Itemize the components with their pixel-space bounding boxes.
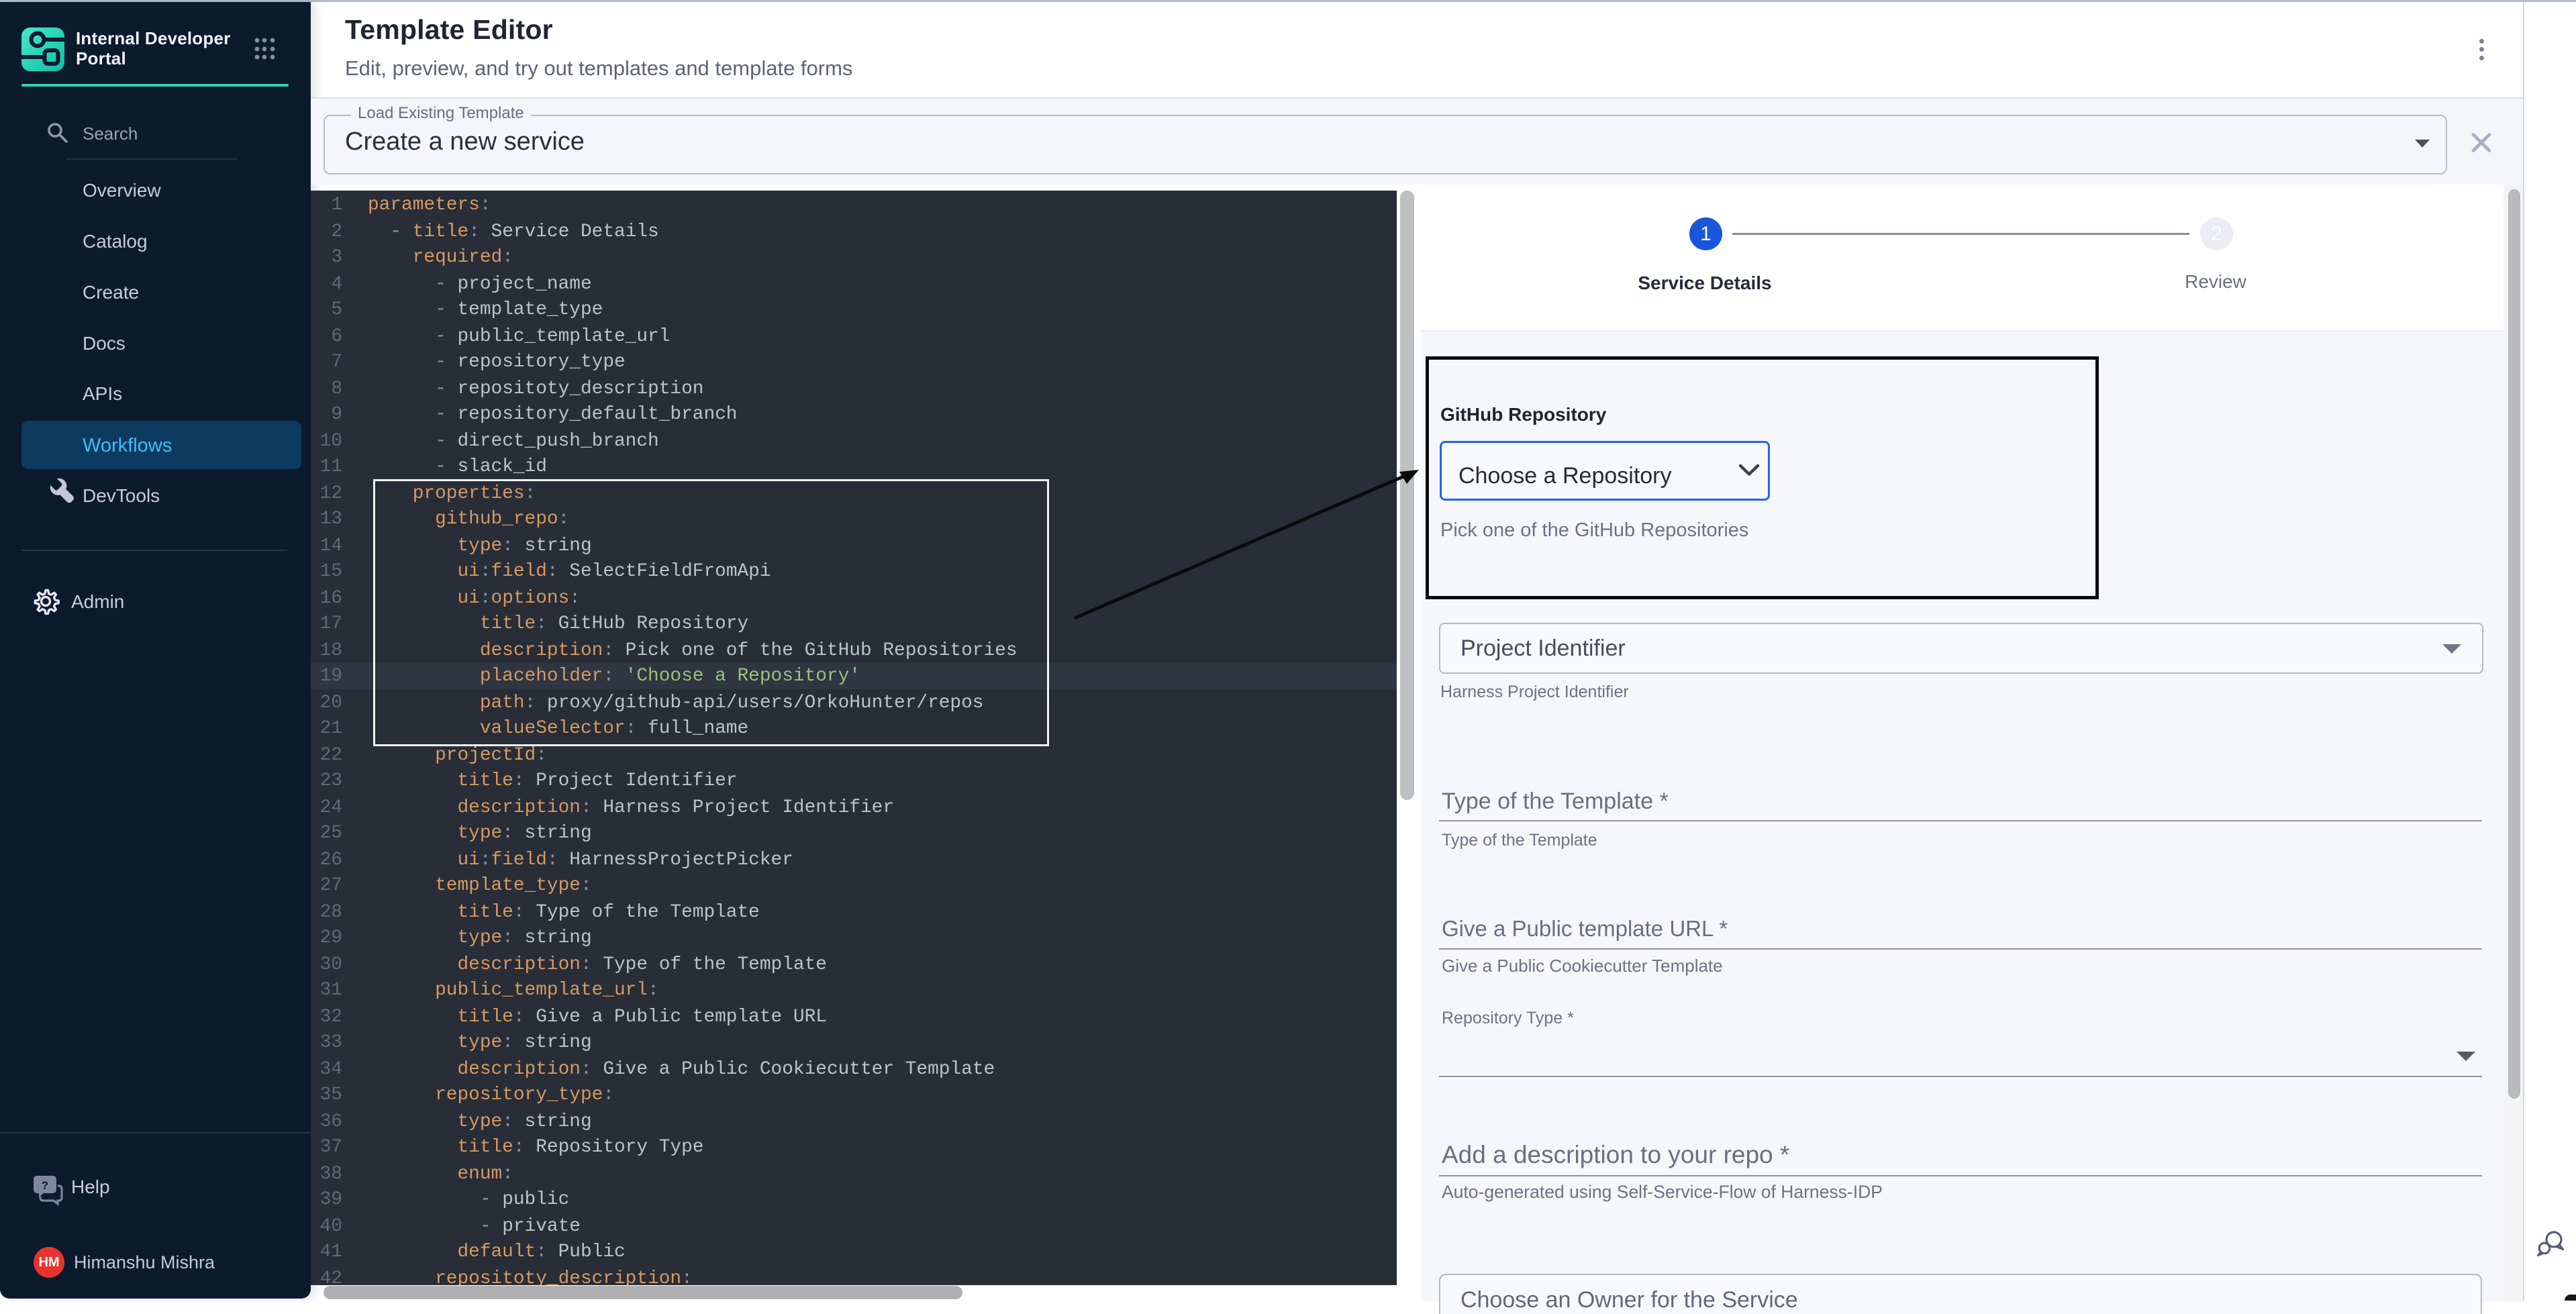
svg-text:?: ?: [42, 1179, 48, 1192]
